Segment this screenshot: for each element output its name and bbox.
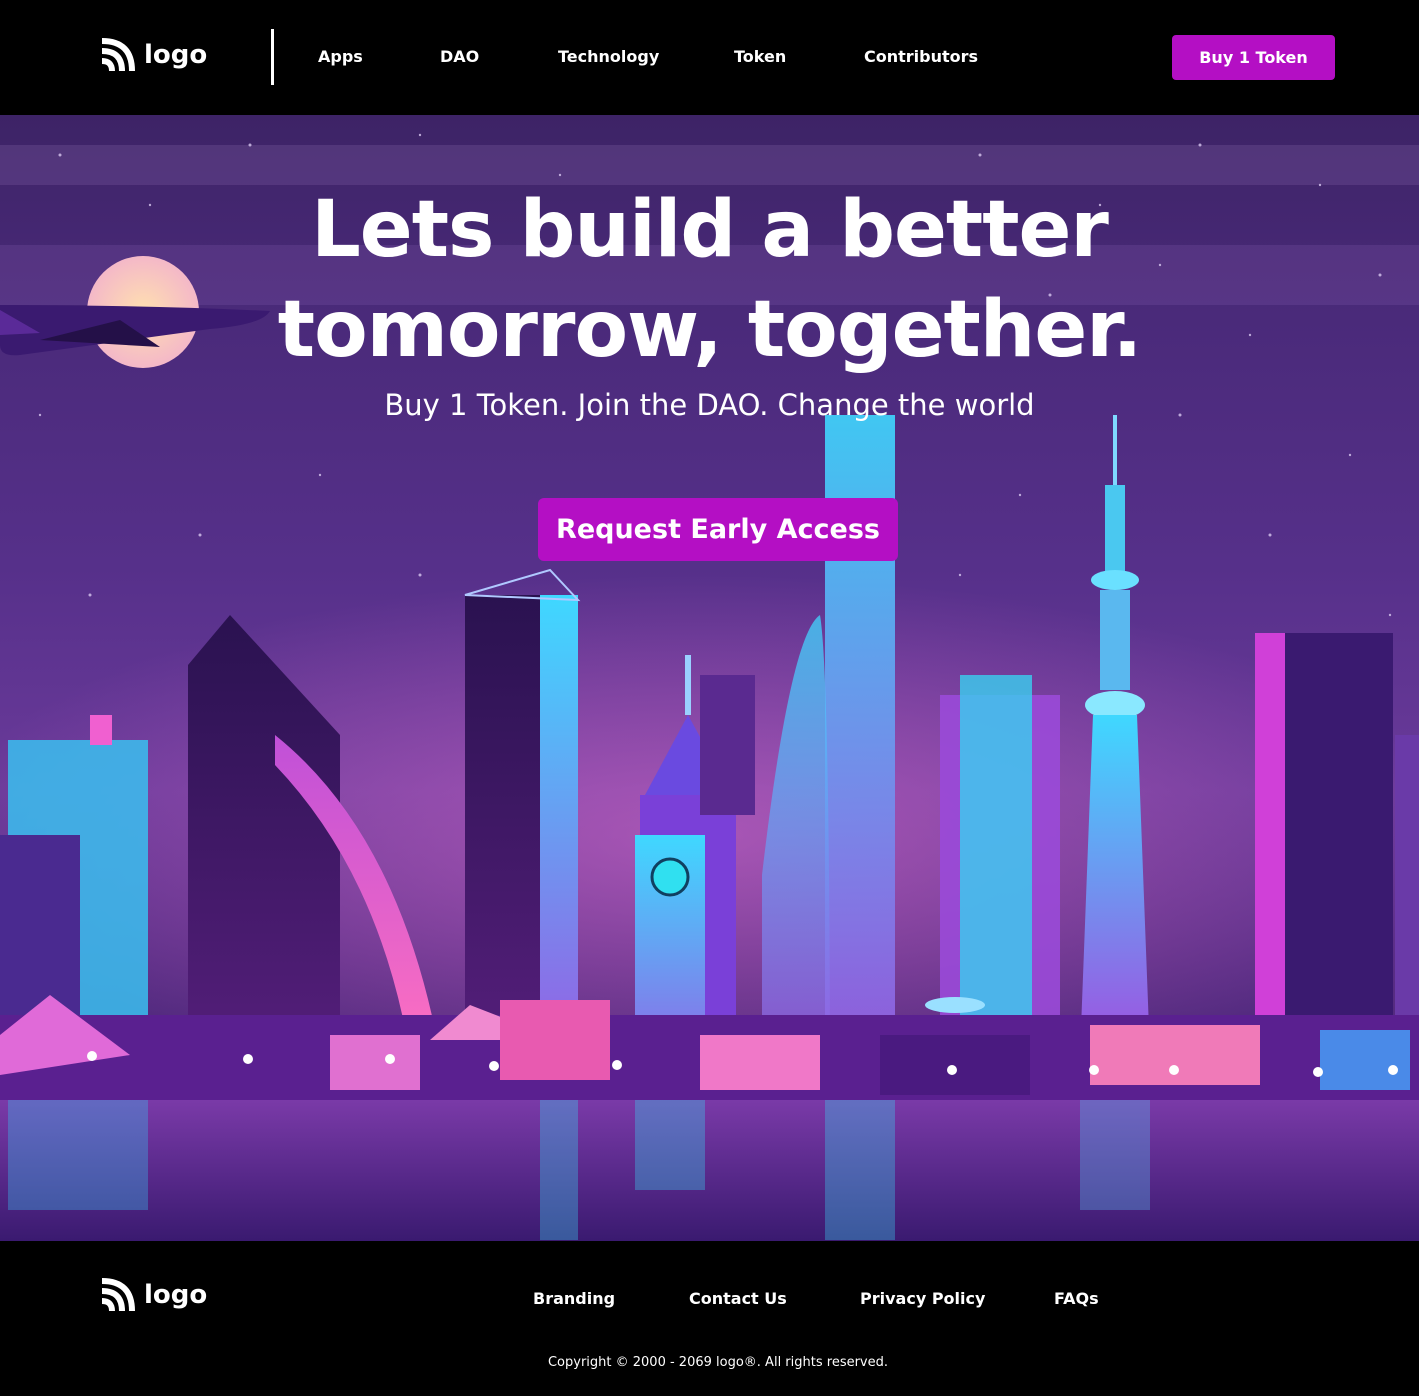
buy-token-button[interactable]: Buy 1 Token <box>1172 35 1335 80</box>
signal-waves-icon <box>101 38 135 72</box>
hero-title: Lets build a better tomorrow, together. <box>0 180 1419 380</box>
footer-link-branding[interactable]: Branding <box>533 1288 615 1310</box>
hero-title-line-1: Lets build a better <box>311 185 1109 275</box>
footer-link-privacy-policy[interactable]: Privacy Policy <box>860 1288 985 1310</box>
site-header: logo Apps DAO Technology Token Contribut… <box>0 0 1419 115</box>
site-footer: logo Branding Contact Us Privacy Policy … <box>0 1241 1419 1396</box>
copyright-text: Copyright © 2000 - 2069 logo®. All right… <box>547 1355 889 1370</box>
nav-item-dao[interactable]: DAO <box>440 46 479 68</box>
header-logo[interactable]: logo <box>100 37 207 73</box>
nav-item-apps[interactable]: Apps <box>318 46 363 68</box>
nav-item-technology[interactable]: Technology <box>558 46 659 68</box>
hero-section: Lets build a better tomorrow, together. … <box>0 115 1419 1241</box>
header-divider <box>271 29 274 85</box>
request-early-access-button[interactable]: Request Early Access <box>538 498 898 561</box>
signal-waves-icon <box>101 1278 135 1312</box>
nav-item-contributors[interactable]: Contributors <box>864 46 978 68</box>
logo-text: logo <box>144 40 208 70</box>
logo-text: logo <box>144 1280 208 1310</box>
footer-link-contact-us[interactable]: Contact Us <box>689 1288 787 1310</box>
hero-subtitle: Buy 1 Token. Join the DAO. Change the wo… <box>384 388 1035 422</box>
footer-link-faqs[interactable]: FAQs <box>1054 1288 1099 1310</box>
footer-logo[interactable]: logo <box>100 1277 207 1313</box>
nav-item-token[interactable]: Token <box>734 46 786 68</box>
hero-title-line-2: tomorrow, together. <box>277 285 1142 375</box>
